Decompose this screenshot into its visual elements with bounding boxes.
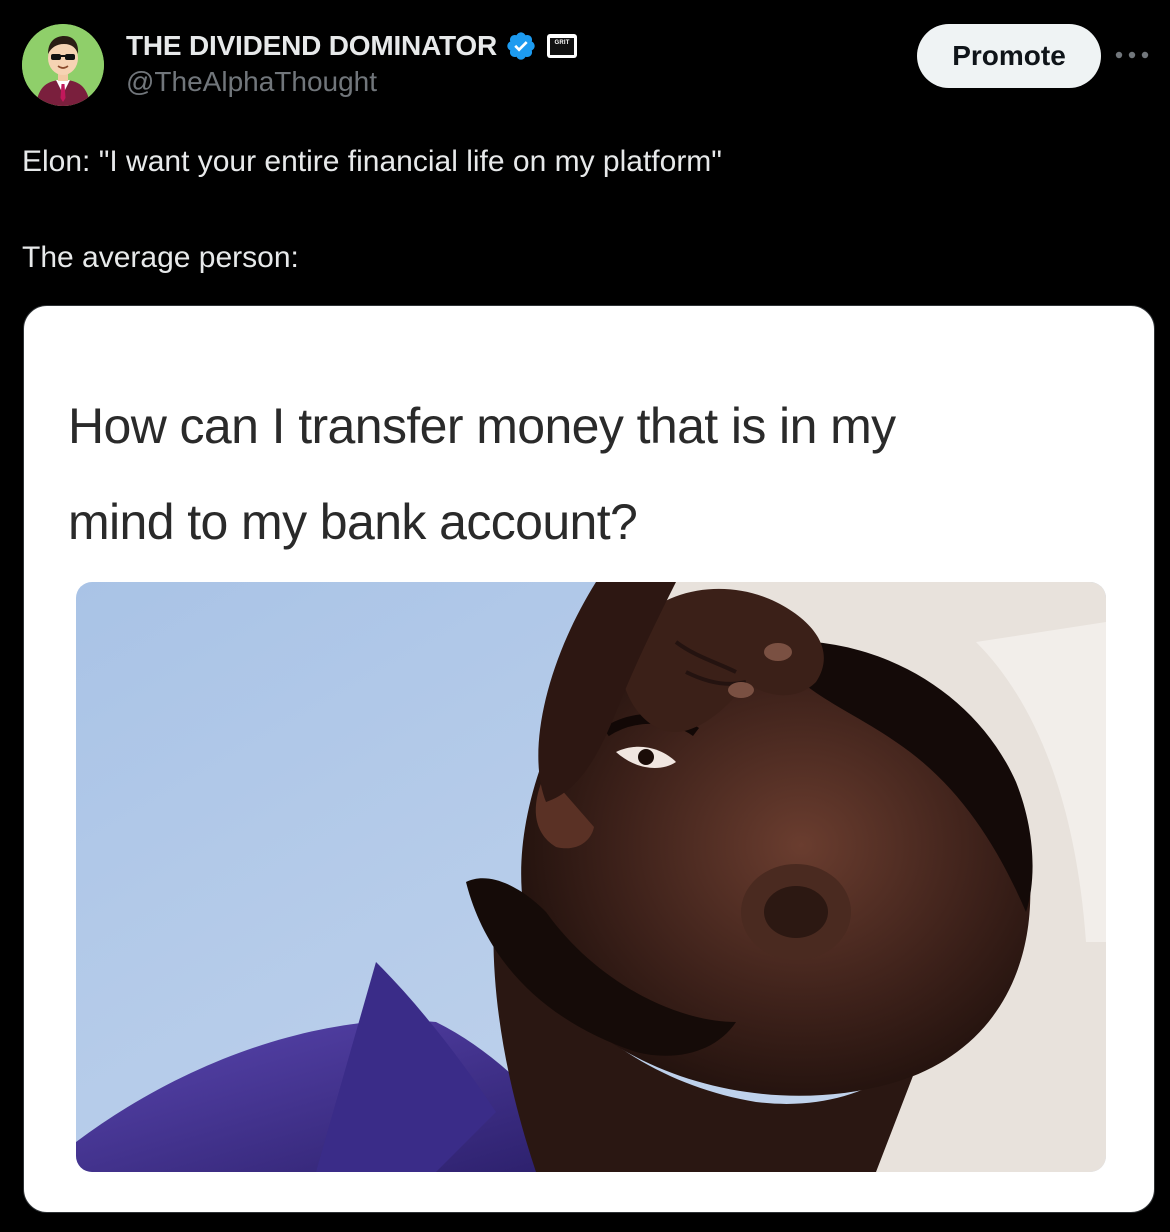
meme-photo-illustration: [76, 582, 1106, 1172]
tweet-text-spacer: [22, 186, 1142, 234]
verified-badge-icon[interactable]: [505, 30, 537, 62]
cartoon-businessman-avatar-icon: [22, 24, 104, 106]
tweet-text-line: The average person:: [22, 241, 299, 274]
more-options-button[interactable]: [1112, 40, 1152, 70]
author-handle[interactable]: @TheAlphaThought: [126, 66, 377, 98]
author-display-name[interactable]: THE DIVIDEND DOMINATOR: [126, 30, 497, 62]
tweet: THE DIVIDEND DOMINATOR GRIT @TheAlphaTho…: [0, 0, 1170, 1232]
tweet-text: Elon: "I want your entire financial life…: [22, 138, 1142, 282]
meme-caption-line: mind to my bank account?: [68, 494, 638, 550]
affiliate-badge-label: GRIT: [550, 37, 575, 55]
man-lying-down-thinking-photo: [76, 582, 1106, 1172]
promote-button[interactable]: Promote: [917, 24, 1101, 88]
author-name-row: THE DIVIDEND DOMINATOR GRIT: [126, 28, 578, 64]
avatar[interactable]: [22, 24, 104, 106]
more-horizontal-icon: [1115, 51, 1149, 59]
meme-caption: How can I transfer money that is in my m…: [68, 378, 1128, 570]
tweet-text-line: Elon: "I want your entire financial life…: [22, 145, 722, 178]
affiliate-badge[interactable]: GRIT: [547, 34, 578, 58]
meme-caption-line: How can I transfer money that is in my: [68, 398, 896, 454]
tweet-media[interactable]: How can I transfer money that is in my m…: [23, 305, 1155, 1213]
